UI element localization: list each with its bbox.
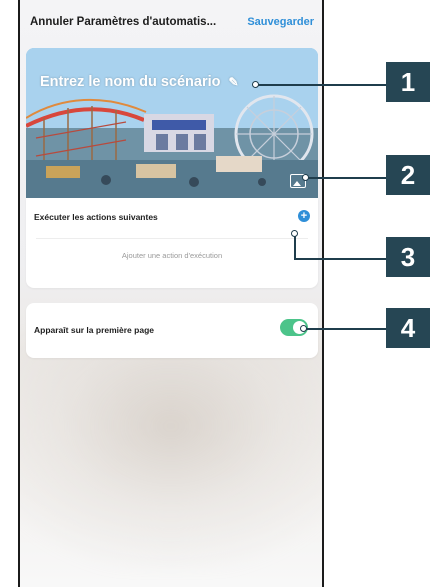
top-left-group: Annuler Paramètres d'automatis... [30,16,216,28]
homepage-toggle-card: Apparaît sur la première page [26,303,318,358]
actions-card: Exécuter les actions suivantes + Ajouter… [26,198,318,288]
callout-line-2 [308,177,388,179]
callout-badge-1: 1 [386,62,430,102]
page-title: Paramètres d'automatis... [76,16,217,28]
scene-name-input[interactable]: Entrez le nom du scénario ✎ [40,74,239,90]
callout-line-3 [294,258,388,260]
callout-badge-3: 3 [386,237,430,277]
amusement-park-illustration [26,48,318,198]
callout-line-1 [258,84,388,86]
actions-divider [36,238,308,239]
scene-name-placeholder: Entrez le nom du scénario [40,74,221,90]
callout-line-4 [306,328,388,330]
homepage-toggle-label: Apparaît sur la première page [34,325,154,335]
callout-line-3-vertical [294,236,296,258]
actions-title: Exécuter les actions suivantes [34,212,158,222]
callout-badge-2: 2 [386,155,430,195]
add-action-placeholder[interactable]: Ajouter une action d'exécution [26,251,318,260]
pencil-icon[interactable]: ✎ [229,75,239,89]
add-action-plus-button[interactable]: + [298,210,310,222]
cancel-button[interactable]: Annuler [30,16,73,28]
top-navigation-bar: Annuler Paramètres d'automatis... Sauveg… [20,0,322,44]
phone-screen: Annuler Paramètres d'automatis... Sauveg… [18,0,324,587]
callout-badge-4: 4 [386,308,430,348]
save-button[interactable]: Sauvegarder [247,16,314,28]
scene-cover-image[interactable]: Entrez le nom du scénario ✎ [26,48,318,198]
